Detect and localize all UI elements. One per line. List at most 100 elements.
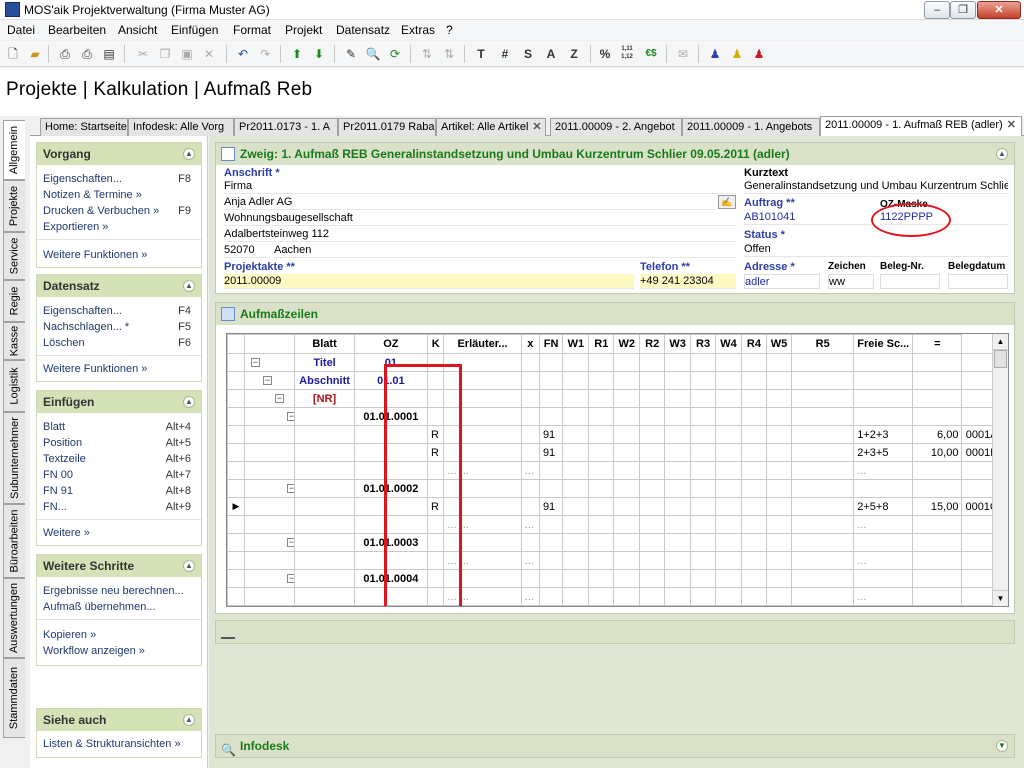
adresse-field[interactable]: adler [744, 274, 820, 289]
result-cell[interactable] [912, 551, 963, 570]
row-selector[interactable] [227, 461, 245, 480]
group-header[interactable]: Datensatz ▲ [37, 275, 201, 297]
tree-cell[interactable]: − [243, 407, 296, 426]
value-cell[interactable] [664, 533, 692, 552]
table-row[interactable]: » ... ......... [227, 551, 1008, 570]
x-cell[interactable] [520, 497, 540, 516]
value-cell[interactable] [613, 371, 641, 390]
x-cell[interactable] [520, 479, 540, 498]
link-aufmass-uebernehmen[interactable]: Aufmaß übernehmen... [43, 601, 156, 613]
a-format-icon[interactable]: A [542, 45, 560, 63]
value-cell[interactable] [588, 443, 615, 462]
fn-cell[interactable] [538, 515, 564, 534]
column-header[interactable]: W1 [562, 334, 590, 354]
vtab-kasse[interactable]: Kasse [3, 322, 25, 360]
anschrift-line-4[interactable]: Adalbertsteinweg 112 [224, 227, 736, 242]
column-header[interactable]: Freie Sc... [853, 334, 914, 354]
result-cell[interactable] [912, 461, 963, 480]
blatt-cell[interactable] [294, 569, 355, 588]
arrow-up-icon[interactable]: ⬆ [288, 45, 306, 63]
link-listen[interactable]: Listen & Strukturansichten » [43, 738, 181, 750]
x-cell[interactable]: ... [520, 551, 540, 570]
blatt-cell[interactable]: Titel [294, 353, 355, 372]
value-cell[interactable] [613, 389, 641, 408]
group-header[interactable]: Einfügen ▲ [37, 391, 201, 413]
x-cell[interactable] [520, 353, 540, 372]
row-selector[interactable] [227, 443, 245, 462]
collapse-icon[interactable]: ▲ [183, 714, 195, 726]
value-cell[interactable] [741, 551, 767, 570]
value-cell[interactable] [714, 389, 743, 408]
table-row[interactable]: » ... ......... [227, 515, 1008, 534]
table-row[interactable]: R 91 2+3+5 10,00 0001B0 [227, 443, 1008, 462]
value-cell[interactable] [639, 515, 666, 534]
vtab-regie[interactable]: Regie [3, 280, 25, 322]
link-drucken[interactable]: Drucken & Verbuchen » [43, 205, 159, 217]
value-cell[interactable] [613, 533, 641, 552]
collapse-node-icon[interactable]: − [274, 394, 284, 403]
k-cell[interactable] [426, 407, 445, 426]
tree-cell[interactable]: » [243, 461, 296, 480]
vtab-allgemein[interactable]: Allgemein [3, 120, 25, 180]
value-cell[interactable] [791, 461, 855, 480]
tab-close-icon[interactable]: ✕ [532, 121, 541, 133]
x-cell[interactable] [520, 569, 540, 588]
table-row[interactable]: R 91 1+2+3 6,00 0001A0 [227, 425, 1008, 444]
x-cell[interactable] [520, 443, 540, 462]
tab-angebot-1[interactable]: 2011.00009 - 1. Angebots [682, 118, 820, 136]
value-cell[interactable] [791, 479, 855, 498]
tab-infodesk[interactable]: Infodesk: Alle Vorg [128, 118, 234, 136]
value-cell[interactable] [690, 407, 716, 426]
value-cell[interactable] [741, 479, 767, 498]
value-cell[interactable] [714, 551, 743, 570]
value-cell[interactable] [664, 515, 692, 534]
oz-cell[interactable]: 01.01.0003 [353, 533, 428, 552]
erlaeuterung-cell[interactable] [443, 569, 522, 588]
value-cell[interactable] [664, 371, 692, 390]
tree-cell[interactable]: − [243, 479, 296, 498]
value-cell[interactable] [639, 389, 666, 408]
table-row[interactable]: − [NR] [227, 389, 1008, 408]
value-cell[interactable] [741, 389, 767, 408]
scroll-down-icon[interactable]: ▼ [993, 590, 1008, 606]
oz-cell[interactable] [353, 425, 428, 444]
value-cell[interactable] [639, 407, 666, 426]
sort-desc-icon[interactable]: ⇅ [440, 45, 458, 63]
value-cell[interactable] [690, 425, 716, 444]
value-cell[interactable] [791, 425, 855, 444]
fn-cell[interactable]: 91 [538, 497, 564, 516]
row-selector[interactable] [227, 407, 245, 426]
k-cell[interactable] [426, 353, 445, 372]
tree-cell[interactable] [243, 425, 296, 444]
value-cell[interactable] [765, 353, 793, 372]
row-selector[interactable] [227, 425, 245, 444]
delete-icon[interactable]: ✕ [200, 45, 218, 63]
tree-cell[interactable]: » [243, 587, 296, 606]
value-cell[interactable] [639, 479, 666, 498]
value-cell[interactable] [613, 497, 641, 516]
erlaeuterung-cell[interactable]: ... ... [443, 461, 522, 480]
new-icon[interactable]: 🗋 [4, 45, 22, 63]
column-header[interactable]: R1 [588, 334, 615, 354]
value-cell[interactable] [791, 515, 855, 534]
result-cell[interactable] [912, 371, 963, 390]
value-cell[interactable] [714, 461, 743, 480]
freie-schreibweise-cell[interactable]: ... [853, 461, 914, 480]
freie-schreibweise-cell[interactable] [853, 371, 914, 390]
print-icon[interactable]: ⎙ [56, 45, 74, 63]
blatt-cell[interactable] [294, 461, 355, 480]
oz-cell[interactable] [353, 551, 428, 570]
column-header[interactable]: OZ [353, 334, 428, 354]
value-cell[interactable] [639, 425, 666, 444]
column-header[interactable]: R4 [741, 334, 767, 354]
link-fn00[interactable]: FN 00 [43, 469, 73, 481]
menu-help[interactable]: ? [446, 23, 453, 37]
collapse-node-icon[interactable]: − [250, 358, 260, 367]
freie-schreibweise-cell[interactable]: 2+5+8 [853, 497, 914, 516]
ort-field[interactable]: Aachen [274, 243, 736, 258]
percent-icon[interactable]: % [596, 45, 614, 63]
value-cell[interactable] [690, 515, 716, 534]
oz-cell[interactable]: 01.01.0004 [353, 569, 428, 588]
fn-cell[interactable] [538, 371, 564, 390]
erlaeuterung-cell[interactable]: ... ... [443, 515, 522, 534]
